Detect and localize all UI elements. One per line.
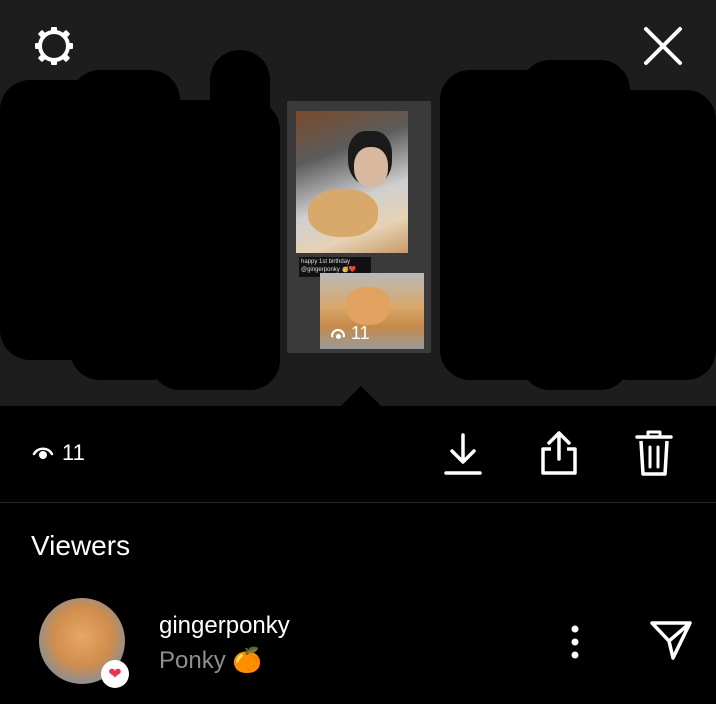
trash-icon (635, 430, 673, 476)
thumbnail-view-count-value: 11 (351, 323, 370, 343)
viewer-full-name: Ponky 🍊 (159, 647, 263, 674)
share-button[interactable] (537, 428, 581, 478)
story-toolbar (0, 406, 716, 503)
heart-reaction-icon: ❤ (101, 660, 129, 688)
close-button[interactable] (640, 24, 686, 68)
redacted-region (600, 90, 716, 380)
story-preview-area: happy 1st birthday @gingerponky 🥳❤️ 11 (0, 0, 716, 406)
delete-button[interactable] (633, 428, 675, 478)
story-photo-person-with-cat (296, 111, 408, 253)
close-icon (644, 27, 682, 65)
share-icon (541, 431, 577, 475)
send-icon (650, 621, 692, 660)
more-vertical-icon (571, 625, 579, 659)
download-button[interactable] (442, 430, 484, 478)
view-count-value: 11 (62, 440, 85, 465)
viewer-username[interactable]: gingerponky (159, 612, 290, 640)
more-options-button[interactable] (563, 624, 587, 660)
download-icon (444, 433, 482, 475)
send-message-button[interactable] (648, 618, 694, 662)
eye-icon (32, 447, 54, 459)
viewers-heading: Viewers (31, 530, 131, 561)
settings-button[interactable] (30, 24, 78, 68)
gear-icon (35, 27, 73, 65)
view-count[interactable]: 11 (32, 440, 85, 466)
thumbnail-pointer (341, 386, 381, 406)
redacted-region (210, 50, 270, 380)
eye-icon (331, 328, 345, 339)
thumbnail-view-count: 11 (331, 323, 370, 344)
story-thumbnail[interactable]: happy 1st birthday @gingerponky 🥳❤️ 11 (287, 101, 431, 353)
